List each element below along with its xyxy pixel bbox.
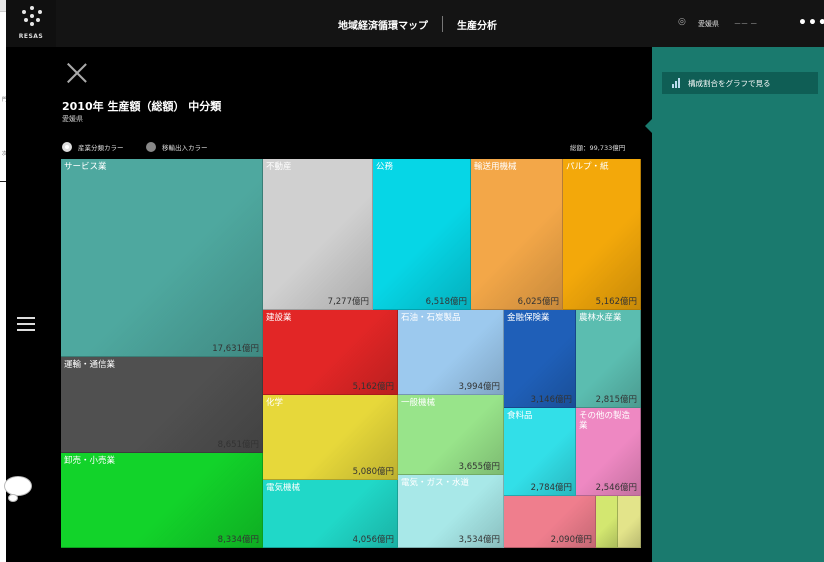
treemap-cell-value: 8,651億円	[217, 440, 259, 450]
treemap-cell[interactable]	[596, 496, 618, 548]
graph-button-label: 構成割合をグラフで見る	[688, 78, 771, 88]
close-icon[interactable]	[66, 62, 88, 84]
industry-color-radio[interactable]: 産業分類カラー	[62, 141, 124, 153]
treemap-cell[interactable]: その他の製造業 2,546億円	[576, 408, 641, 496]
treemap-cell-value: 3,655億円	[458, 462, 500, 472]
treemap-cell-name: 公務	[376, 162, 394, 172]
treemap-cell-name: 石油・石炭製品	[401, 313, 461, 323]
treemap-cell-value: 5,080億円	[352, 467, 394, 477]
treemap-cell[interactable]: 電気・ガス・水道 3,534億円	[398, 475, 504, 548]
treemap-cell[interactable]: 化学 5,080億円	[263, 395, 398, 480]
more-menu-button[interactable]: •••	[798, 15, 824, 31]
treemap-cell-value: 6,518億円	[425, 297, 467, 307]
treemap-cell-value: 5,162億円	[352, 382, 394, 392]
treemap-cell-name: 食料品	[507, 411, 533, 421]
treemap-chart: サービス業 17,631億円運輸・通信業 8,651億円卸売・小売業 8,334億円 不…	[61, 159, 641, 548]
map-title: 地域経済循環マップ	[338, 20, 428, 32]
treemap-cell-name: 電気機械	[266, 483, 301, 493]
treemap-cell-value: 6,025億円	[517, 297, 559, 307]
treemap-cell-value: 2,815億円	[595, 395, 637, 405]
view-composition-graph-button[interactable]: 構成割合をグラフで見る	[662, 72, 818, 94]
treemap-cell-value: 4,056億円	[352, 535, 394, 545]
radio-selected-icon	[62, 142, 72, 152]
treemap-cell-value: 7,277億円	[327, 297, 369, 307]
treemap-cell-name: 不動産	[266, 162, 292, 172]
location-pin-icon[interactable]: ◎	[678, 17, 688, 29]
treemap-cell-name: 金融保険業	[507, 313, 550, 323]
right-panel	[652, 47, 824, 562]
treemap-cell[interactable]: 農林水産業 2,815億円	[576, 310, 641, 408]
treemap-cell-value: 8,334億円	[217, 535, 259, 545]
industry-color-label: 産業分類カラー	[78, 144, 124, 152]
treemap-cell[interactable]: 卸売・小売業 8,334億円	[61, 453, 263, 548]
treemap-cell-value: 3,994億円	[458, 382, 500, 392]
treemap-cell[interactable]: 不動産 7,277億円	[263, 159, 373, 310]
treemap-cell[interactable]	[618, 496, 641, 548]
treemap-cell-name: パルプ・紙	[566, 162, 609, 172]
treemap-cell[interactable]: 公務 6,518億円	[373, 159, 471, 310]
app-window: 門 次 RESAS 地域経済循環マップ 生産分析 ◎ 愛媛県 ーー ー ••• …	[0, 0, 824, 562]
treemap-cell-name: 化学	[266, 398, 284, 408]
trade-color-label: 移輸出入カラー	[162, 144, 208, 152]
treemap-cell[interactable]: 一般機械 3,655億円	[398, 395, 504, 475]
resas-logo[interactable]: RESAS	[6, 0, 56, 47]
treemap-cell-name: 卸売・小売業	[64, 456, 116, 466]
title-separator	[442, 16, 443, 32]
treemap-cell-value: 2,784億円	[530, 483, 572, 493]
treemap-cell[interactable]: 運輸・通信業 8,651億円	[61, 357, 263, 453]
treemap-cell[interactable]: サービス業 17,631億円	[61, 159, 263, 357]
chart-title: 2010年 生産額（総額） 中分類	[62, 100, 222, 113]
treemap-cell-name: サービス業	[64, 162, 107, 172]
brand-name: RESAS	[18, 33, 44, 40]
treemap-cell-name: 運輸・通信業	[64, 360, 116, 370]
treemap-cell-name: その他の製造業	[579, 411, 631, 432]
bar-chart-icon	[672, 78, 682, 88]
chart-region: 愛媛県	[62, 115, 83, 123]
treemap-cell[interactable]: 輸送用機械 6,025億円	[471, 159, 563, 310]
logo-mark-icon	[22, 6, 42, 26]
treemap-cell[interactable]: 食料品 2,784億円	[504, 408, 576, 496]
treemap-cell-value: 5,162億円	[595, 297, 637, 307]
treemap-cell-value: 3,146億円	[530, 395, 572, 405]
treemap-cell-name: 建設業	[266, 313, 292, 323]
analysis-title: 生産分析	[457, 20, 497, 32]
total-amount: 総額：99,733億円	[570, 144, 626, 152]
treemap-cell[interactable]: 金融保険業 3,146億円	[504, 310, 576, 408]
treemap-cell-name: 電気・ガス・水道	[401, 478, 470, 488]
treemap-cell[interactable]: 石油・石炭製品 3,994億円	[398, 310, 504, 395]
treemap-cell-name: 一般機械	[401, 398, 436, 408]
treemap-cell-name: 輸送用機械	[474, 162, 517, 172]
treemap-cell[interactable]: 2,090億円	[504, 496, 596, 548]
treemap-cell[interactable]: 建設業 5,162億円	[263, 310, 398, 395]
hamburger-menu-icon[interactable]	[17, 317, 35, 331]
treemap-cell-name: 農林水産業	[579, 313, 622, 323]
treemap-cell[interactable]: パルプ・紙 5,162億円	[563, 159, 641, 310]
treemap-cell-value: 2,090億円	[550, 535, 592, 545]
prefecture-selector[interactable]: 愛媛県	[698, 19, 719, 29]
treemap-cell-value: 2,546億円	[595, 483, 637, 493]
radio-unselected-icon	[146, 142, 156, 152]
treemap-cell[interactable]: 電気機械 4,056億円	[263, 480, 398, 548]
background-bubble	[0, 472, 34, 506]
treemap-cell-value: 17,631億円	[212, 344, 259, 354]
treemap-cell-value: 3,534億円	[458, 535, 500, 545]
page-title: 地域経済循環マップ 生産分析	[338, 14, 497, 34]
trade-color-radio[interactable]: 移輸出入カラー	[146, 141, 208, 153]
city-selector[interactable]: ーー ー	[734, 19, 757, 29]
